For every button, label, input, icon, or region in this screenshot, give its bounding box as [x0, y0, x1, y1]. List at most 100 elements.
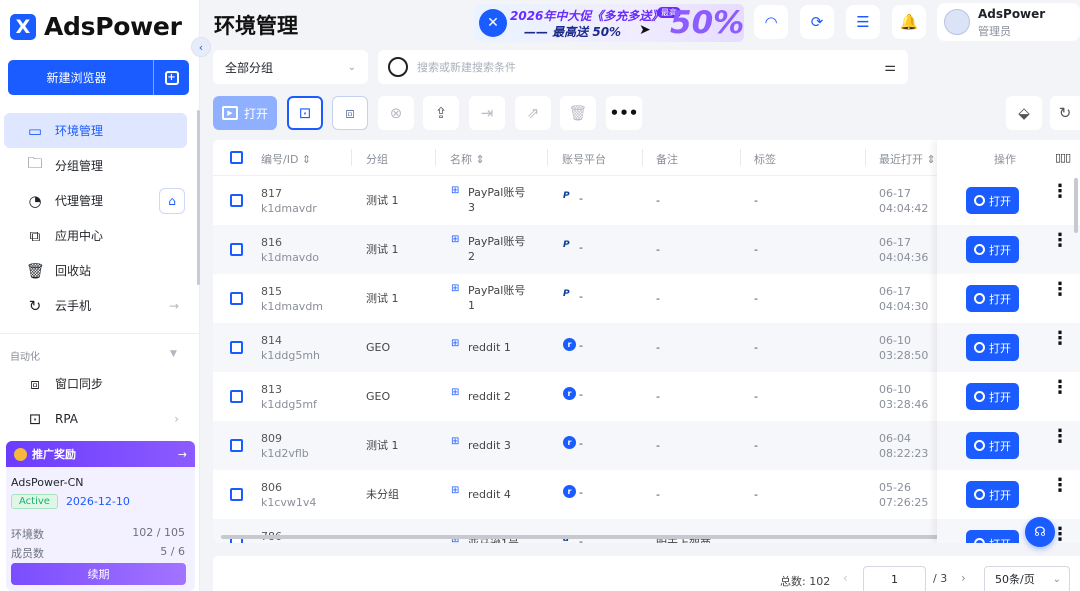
customer-support-button[interactable]: ☊: [1025, 517, 1055, 547]
window-sync-button[interactable]: ⧈: [332, 96, 368, 130]
tag-button[interactable]: ⬙: [1006, 96, 1042, 130]
refresh-button[interactable]: ↻: [1050, 96, 1080, 130]
page-input[interactable]: 1: [863, 566, 926, 591]
task-list-button[interactable]: ☰: [846, 5, 880, 39]
action-cell: 打开 ⋮: [937, 470, 1080, 519]
automation-item-0[interactable]: ⧈ 窗口同步: [4, 366, 187, 401]
share-button[interactable]: ⇗: [515, 96, 551, 130]
col-header-name[interactable]: 名称 ⇕: [450, 151, 485, 167]
open-browser-button[interactable]: 打开: [966, 285, 1019, 312]
promo-banner[interactable]: ✕ 2026年中大促《多充多送》 —— 最高送 50% ➤ 最高 50%: [474, 4, 744, 42]
row-checkbox[interactable]: [230, 488, 243, 501]
profile-group: 测试 1: [366, 439, 399, 452]
rpa-button[interactable]: ⊡: [287, 96, 323, 130]
sidebar-item-2[interactable]: ◔ 代理管理 ⌂: [4, 183, 187, 218]
delete-button[interactable]: 🗑: [560, 96, 596, 130]
last-open-date: 05-26: [879, 481, 911, 494]
last-open-date: 06-17: [879, 285, 911, 298]
new-browser-button[interactable]: 新建浏览器 +: [8, 60, 189, 95]
batch-create-button[interactable]: +: [153, 60, 189, 95]
user-menu[interactable]: AdsPower 管理员: [937, 3, 1080, 41]
column-settings-icon[interactable]: ▯▯▯: [1055, 151, 1071, 164]
banner-discount: 50%: [670, 5, 744, 41]
col-header-last-open[interactable]: 最近打开 ⇕: [879, 151, 936, 167]
renew-button[interactable]: 续期: [11, 563, 186, 585]
export-button[interactable]: ⇪: [423, 96, 459, 130]
brand-logo[interactable]: X AdsPower: [10, 12, 182, 41]
open-browser-button[interactable]: 打开: [966, 383, 1019, 410]
sidebar-scrollbar[interactable]: [197, 110, 200, 285]
open-browser-button[interactable]: 打开: [966, 481, 1019, 508]
platform-account: -: [579, 437, 583, 450]
row-checkbox[interactable]: [230, 292, 243, 305]
coin-icon: [14, 447, 27, 461]
open-browser-button[interactable]: 打开: [966, 334, 1019, 361]
expiry-date: 2026-12-10: [65, 495, 130, 508]
more-vertical-icon[interactable]: ⋮: [1051, 428, 1069, 446]
profile-table: 编号/ID ⇕ 分组 名称 ⇕ 账号平台 备注 标签 最近打开 ⇕ 817 k1d…: [213, 140, 1080, 543]
open-browser-button[interactable]: 打开: [966, 187, 1019, 214]
profile-tag: -: [754, 194, 758, 207]
notification-button[interactable]: 🔔: [892, 5, 926, 39]
tag-icon: ⬙: [1018, 104, 1030, 122]
row-checkbox[interactable]: [230, 194, 243, 207]
adspower-logo-icon: ✕: [479, 9, 507, 37]
more-vertical-icon[interactable]: ⋮: [1051, 183, 1069, 201]
open-browser-button[interactable]: 打开: [966, 432, 1019, 459]
row-checkbox[interactable]: [230, 341, 243, 354]
proxy-icon: ◔: [28, 191, 42, 210]
chevron-down-icon[interactable]: ▼: [170, 349, 177, 359]
select-all-checkbox[interactable]: [230, 151, 243, 164]
automation-item-1[interactable]: ⊡ RPA ›: [4, 401, 187, 436]
sidebar-item-5[interactable]: ↻ 云手机 →: [4, 288, 187, 323]
sync-button[interactable]: ⟳: [800, 5, 834, 39]
prev-page-button[interactable]: ‹: [843, 571, 848, 585]
collapse-sidebar-button[interactable]: ‹: [191, 37, 211, 57]
sort-icon: ⇕: [475, 153, 485, 166]
row-checkbox[interactable]: [230, 439, 243, 452]
more-vertical-icon[interactable]: ⋮: [1051, 379, 1069, 397]
close-browsers-button[interactable]: ⊗: [378, 96, 414, 130]
pagination-bar: 总数: 102 ‹ 1 / 3 › 50条/页 ⌄: [213, 556, 1080, 591]
open-browser-button[interactable]: 打开: [966, 530, 1019, 543]
sidebar-item-0[interactable]: ▭ 环境管理: [4, 113, 187, 148]
more-vertical-icon[interactable]: ⋮: [1051, 330, 1069, 348]
open-browser-button[interactable]: 打开: [966, 236, 1019, 263]
page-size-select[interactable]: 50条/页 ⌄: [984, 566, 1070, 591]
move-group-button[interactable]: ⇥: [469, 96, 505, 130]
more-vertical-icon[interactable]: ⋮: [1051, 232, 1069, 250]
search-icon: [388, 57, 408, 77]
more-actions-button[interactable]: •••: [606, 96, 642, 130]
sidebar-item-1[interactable]: 🗀 分组管理: [4, 148, 187, 183]
row-checkbox[interactable]: [230, 243, 243, 256]
open-browser-label: 打开: [989, 488, 1011, 502]
profile-number: 806: [261, 481, 282, 494]
profile-number: 809: [261, 432, 282, 445]
promo-header[interactable]: 推广奖励 →: [6, 441, 195, 467]
col-header-action: 操作: [994, 153, 1016, 166]
search-input[interactable]: 搜索或新建搜索条件 ⚌: [378, 50, 908, 84]
page-title: 环境管理: [214, 14, 298, 38]
row-checkbox[interactable]: [230, 390, 243, 403]
bag-icon[interactable]: ⌂: [159, 188, 185, 214]
more-vertical-icon[interactable]: ⋮: [1051, 477, 1069, 495]
action-cell: 打开 ⋮: [937, 225, 1080, 274]
col-header-id[interactable]: 编号/ID ⇕: [261, 151, 311, 167]
batch-open-button[interactable]: ▶ 打开: [213, 96, 277, 130]
browser-icon: [974, 538, 985, 543]
more-vertical-icon[interactable]: ⋮: [1051, 281, 1069, 299]
platform-account: -: [579, 339, 583, 352]
sidebar: X AdsPower 新建浏览器 + ▭ 环境管理 🗀 分组管理 ◔ 代理管理 ⌂ ⧉ 应用中心…: [0, 0, 200, 591]
horizontal-scrollbar[interactable]: [221, 535, 943, 539]
next-page-button[interactable]: ›: [961, 571, 966, 585]
group-select[interactable]: 全部分组 ⌄: [213, 50, 368, 84]
chevron-right-icon: ›: [174, 411, 179, 426]
vertical-scrollbar[interactable]: [1074, 178, 1078, 233]
windows-icon: ⊞: [451, 338, 460, 349]
sort-icon: ⇕: [301, 153, 312, 166]
network-button[interactable]: ◠: [754, 5, 788, 39]
filter-settings-icon[interactable]: ⚌: [884, 60, 896, 75]
col-divider: [435, 149, 436, 166]
sidebar-item-3[interactable]: ⧉ 应用中心: [4, 218, 187, 253]
sidebar-item-4[interactable]: 🗑 回收站: [4, 253, 187, 288]
